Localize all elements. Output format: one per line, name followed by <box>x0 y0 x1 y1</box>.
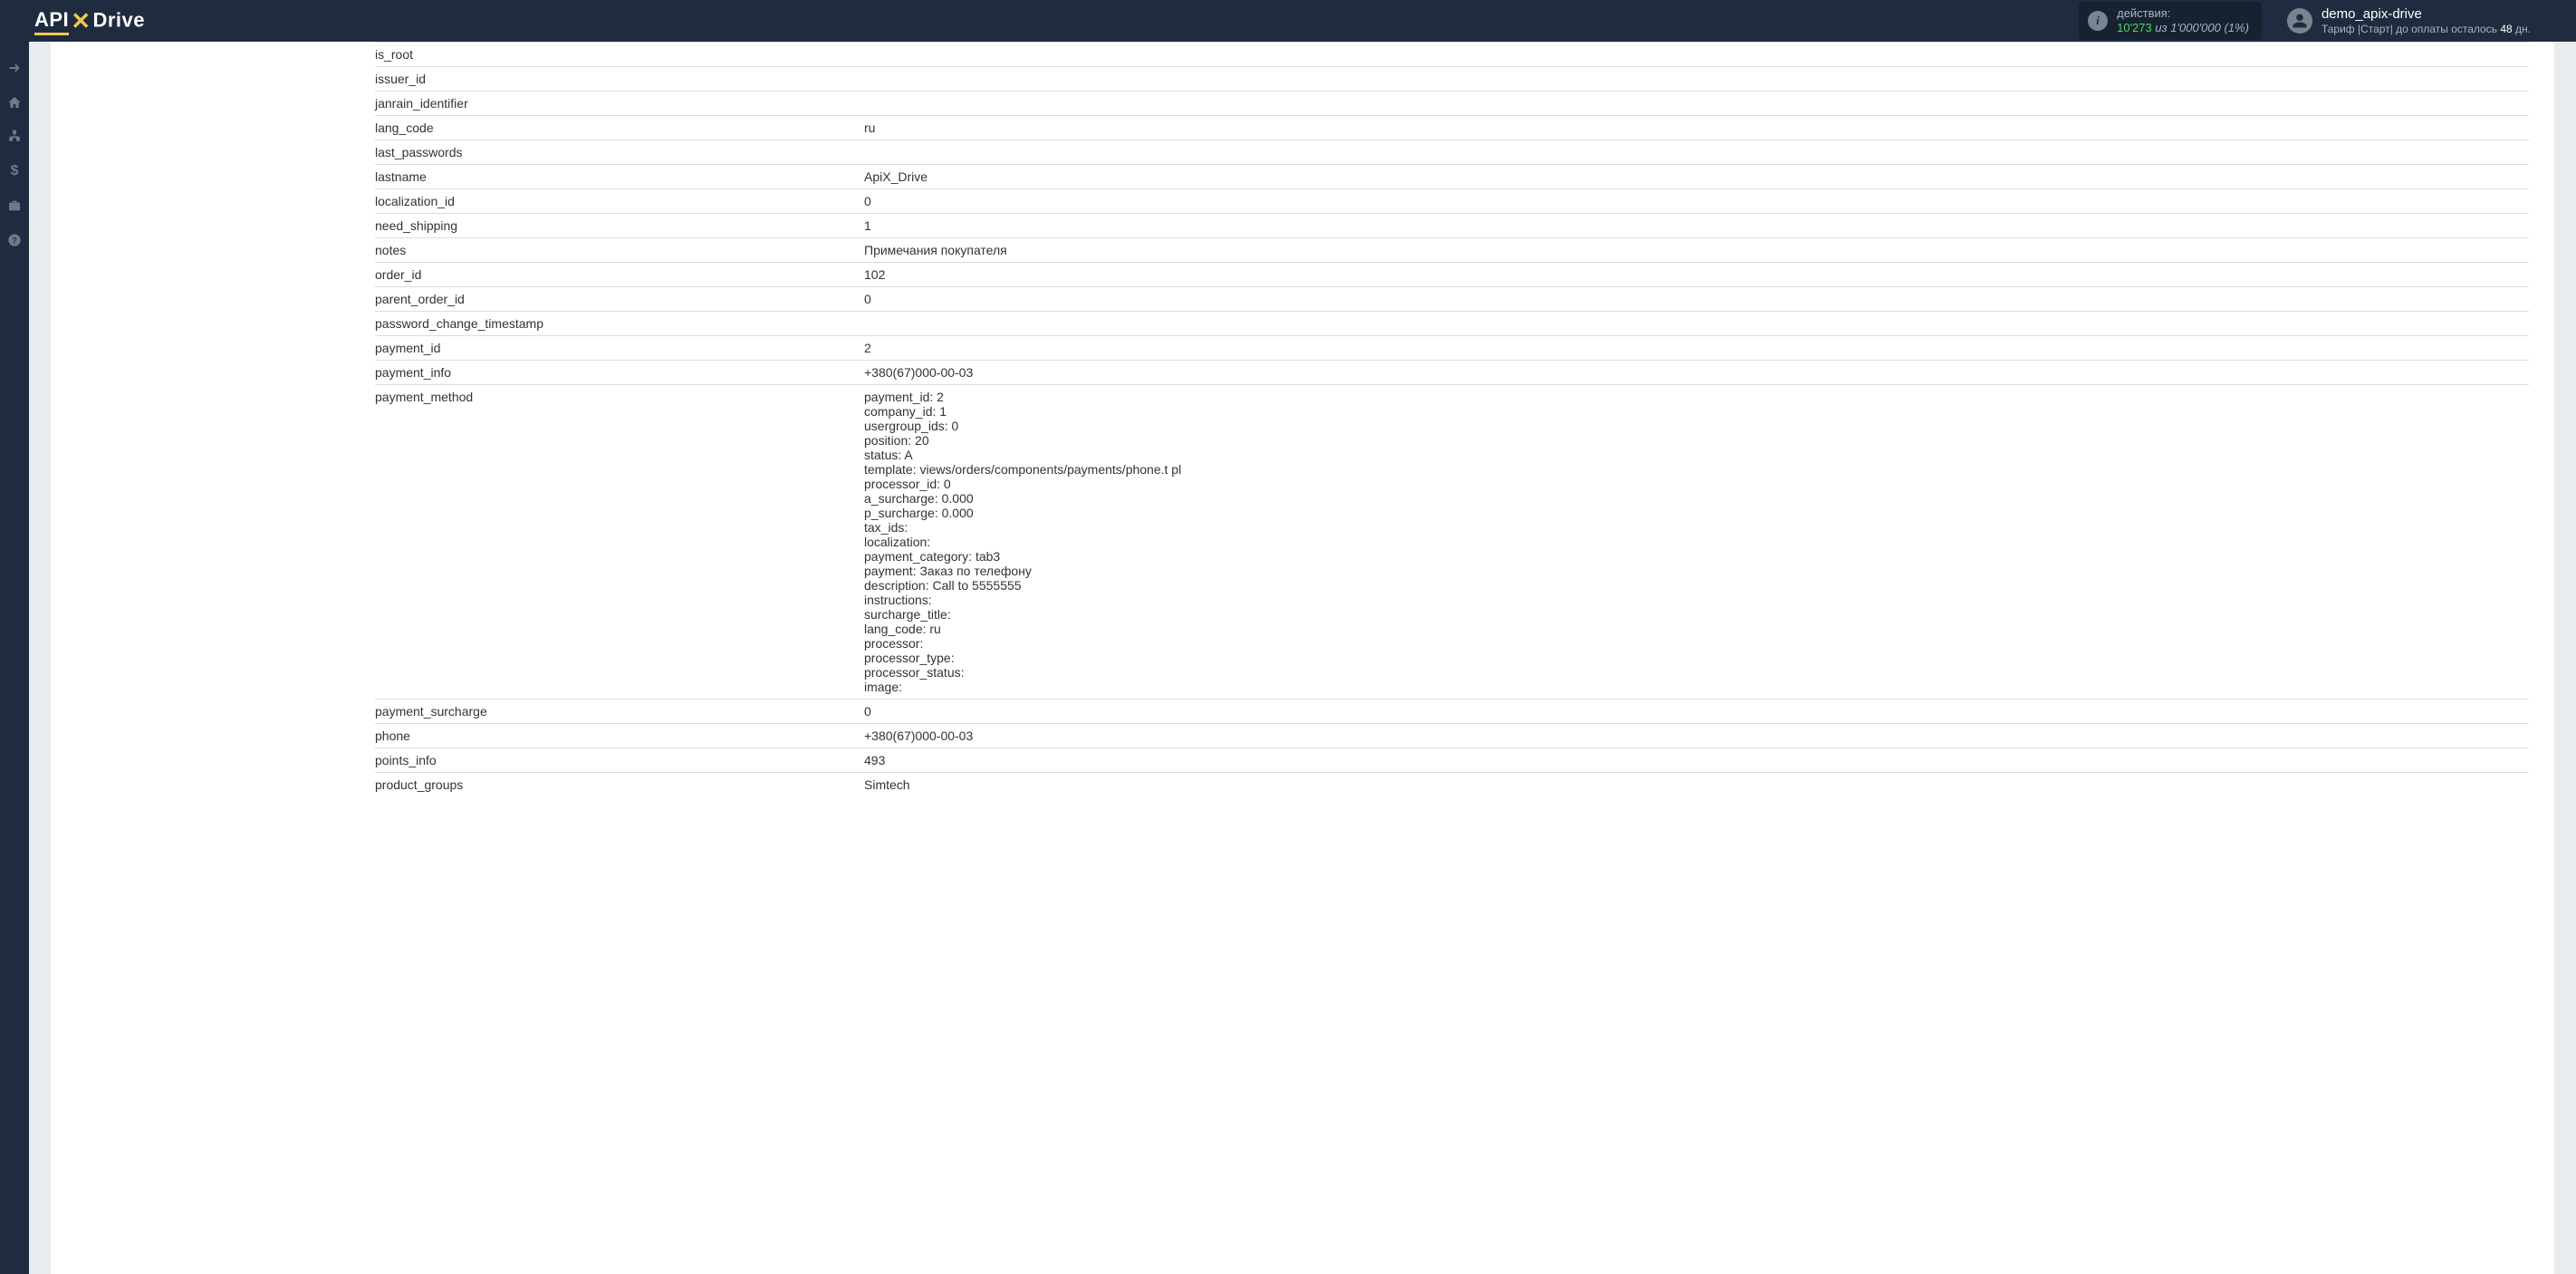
actions-text: действия: 10'273 из 1'000'000 (1%) <box>2117 6 2249 34</box>
actions-of: из <box>2155 21 2167 34</box>
left-pad <box>51 42 375 796</box>
row-value: Simtech <box>864 773 2529 797</box>
user-plan-prefix: Тариф |Старт| до оплаты осталось <box>2321 23 2497 35</box>
row-key: password_change_timestamp <box>375 312 864 336</box>
table-row: order_id102 <box>375 263 2529 287</box>
row-value: +380(67)000-00-03 <box>864 361 2529 385</box>
row-value: 1 <box>864 214 2529 238</box>
row-value: ru <box>864 116 2529 140</box>
user-text: demo_apix-drive Тариф |Старт| до оплаты … <box>2321 6 2531 35</box>
row-value: payment_id: 2 company_id: 1 usergroup_id… <box>864 385 2529 700</box>
sidebar: ➜ $ ? <box>0 42 29 1274</box>
nav-home-icon[interactable] <box>0 85 29 120</box>
avatar-icon <box>2287 8 2312 34</box>
table-row: localization_id0 <box>375 189 2529 214</box>
table-row: lastnameApiX_Drive <box>375 165 2529 189</box>
data-area: is_rootissuer_idjanrain_identifierlang_c… <box>375 42 2554 796</box>
table-row: is_root <box>375 43 2529 67</box>
user-plan-days: 48 <box>2500 23 2512 35</box>
row-value: 2 <box>864 336 2529 361</box>
row-value: 102 <box>864 263 2529 287</box>
user-box[interactable]: demo_apix-drive Тариф |Старт| до оплаты … <box>2287 6 2531 35</box>
row-key: points_info <box>375 748 864 773</box>
user-plan-suffix: дн. <box>2515 23 2531 35</box>
nav-sitemap-icon[interactable] <box>0 120 29 154</box>
table-row: payment_info+380(67)000-00-03 <box>375 361 2529 385</box>
sheet: is_rootissuer_idjanrain_identifierlang_c… <box>51 42 2554 1274</box>
row-value: 0 <box>864 189 2529 214</box>
row-key: localization_id <box>375 189 864 214</box>
actions-current: 10'273 <box>2117 21 2152 34</box>
row-key: issuer_id <box>375 67 864 92</box>
topbar: API✕Drive i действия: 10'273 из 1'000'00… <box>0 0 2576 42</box>
table-row: product_groupsSimtech <box>375 773 2529 797</box>
actions-values: 10'273 из 1'000'000 (1%) <box>2117 21 2249 35</box>
row-value: 0 <box>864 700 2529 724</box>
row-key: parent_order_id <box>375 287 864 312</box>
kv-table: is_rootissuer_idjanrain_identifierlang_c… <box>375 42 2529 796</box>
table-row: password_change_timestamp <box>375 312 2529 336</box>
row-value: 493 <box>864 748 2529 773</box>
row-value <box>864 312 2529 336</box>
table-row: payment_id2 <box>375 336 2529 361</box>
row-key: phone <box>375 724 864 748</box>
row-key: last_passwords <box>375 140 864 165</box>
nav-help-icon[interactable]: ? <box>0 223 29 257</box>
table-row: need_shipping1 <box>375 214 2529 238</box>
logo[interactable]: API✕Drive <box>34 7 145 35</box>
nav-briefcase-icon[interactable] <box>0 188 29 223</box>
row-key: is_root <box>375 43 864 67</box>
row-key: need_shipping <box>375 214 864 238</box>
row-key: lang_code <box>375 116 864 140</box>
svg-text:?: ? <box>12 236 17 245</box>
row-value: Примечания покупателя <box>864 238 2529 263</box>
row-value <box>864 43 2529 67</box>
table-row: phone+380(67)000-00-03 <box>375 724 2529 748</box>
row-value: 0 <box>864 287 2529 312</box>
row-value: ApiX_Drive <box>864 165 2529 189</box>
nav-dollar-icon[interactable]: $ <box>0 154 29 188</box>
table-row: notesПримечания покупателя <box>375 238 2529 263</box>
row-key: notes <box>375 238 864 263</box>
table-row: payment_methodpayment_id: 2 company_id: … <box>375 385 2529 700</box>
row-key: lastname <box>375 165 864 189</box>
table-row: janrain_identifier <box>375 92 2529 116</box>
row-value <box>864 67 2529 92</box>
actions-box[interactable]: i действия: 10'273 из 1'000'000 (1%) <box>2079 2 2262 39</box>
logo-drive: Drive <box>92 8 145 31</box>
page: is_rootissuer_idjanrain_identifierlang_c… <box>29 42 2576 1274</box>
table-row: lang_coderu <box>375 116 2529 140</box>
actions-label: действия: <box>2117 6 2249 21</box>
row-value <box>864 140 2529 165</box>
logo-api: API <box>34 8 69 35</box>
row-key: payment_id <box>375 336 864 361</box>
table-row: parent_order_id0 <box>375 287 2529 312</box>
row-key: order_id <box>375 263 864 287</box>
row-key: payment_info <box>375 361 864 385</box>
row-key: payment_method <box>375 385 864 700</box>
logo-x-icon: ✕ <box>69 7 92 34</box>
table-row: last_passwords <box>375 140 2529 165</box>
actions-pct: (1%) <box>2224 21 2248 34</box>
row-key: payment_surcharge <box>375 700 864 724</box>
user-name: demo_apix-drive <box>2321 6 2531 23</box>
nav-arrow-icon[interactable]: ➜ <box>0 51 29 85</box>
row-value <box>864 92 2529 116</box>
actions-max: 1'000'000 <box>2170 21 2221 34</box>
table-row: issuer_id <box>375 67 2529 92</box>
info-icon: i <box>2088 11 2108 31</box>
table-row: points_info493 <box>375 748 2529 773</box>
row-key: product_groups <box>375 773 864 797</box>
row-key: janrain_identifier <box>375 92 864 116</box>
table-row: payment_surcharge0 <box>375 700 2529 724</box>
user-plan: Тариф |Старт| до оплаты осталось 48 дн. <box>2321 23 2531 35</box>
topbar-right: i действия: 10'273 из 1'000'000 (1%) dem… <box>2079 2 2576 39</box>
row-value: +380(67)000-00-03 <box>864 724 2529 748</box>
